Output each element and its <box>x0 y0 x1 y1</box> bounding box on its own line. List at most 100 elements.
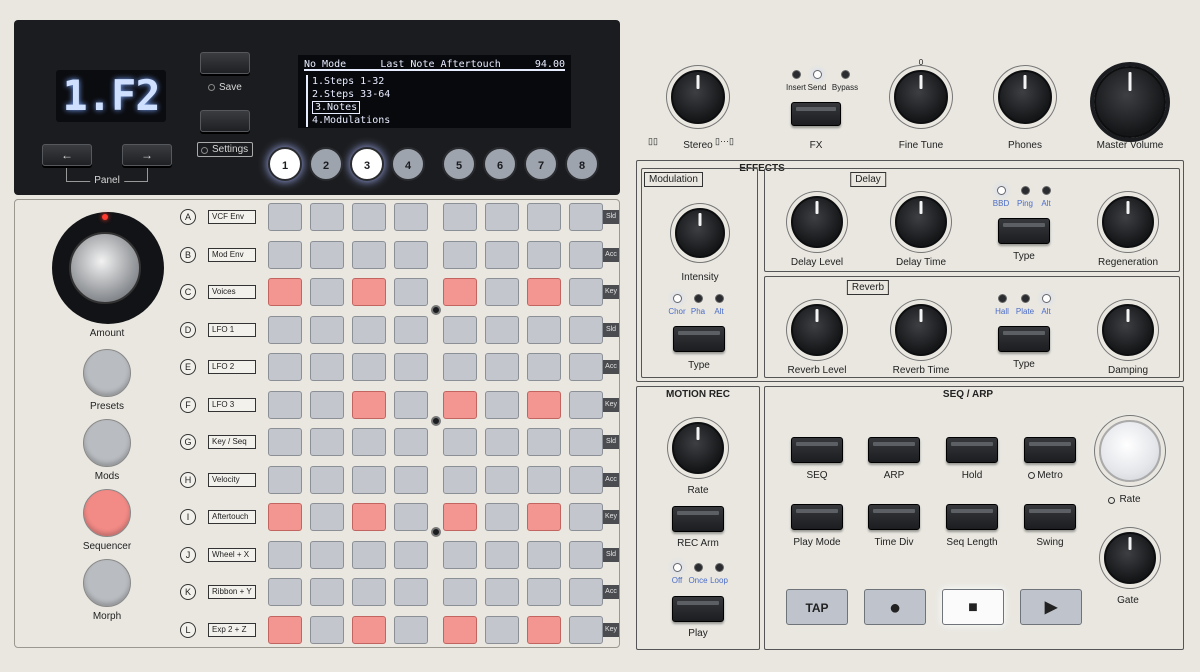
matrix-pad[interactable] <box>485 391 519 419</box>
matrix-pad[interactable] <box>310 503 344 531</box>
matrix-pad[interactable] <box>268 316 302 344</box>
motion-rate-knob[interactable] <box>672 422 724 474</box>
matrix-pad[interactable] <box>394 428 428 456</box>
seq-seq-length-button[interactable] <box>946 504 998 530</box>
matrix-pad[interactable] <box>485 616 519 644</box>
matrix-pad[interactable] <box>352 616 386 644</box>
matrix-pad[interactable] <box>310 203 344 231</box>
matrix-pad[interactable] <box>394 616 428 644</box>
seq-metro-button[interactable] <box>1024 437 1076 463</box>
matrix-pad[interactable] <box>443 353 477 381</box>
matrix-pad[interactable] <box>394 503 428 531</box>
matrix-pad[interactable] <box>394 278 428 306</box>
matrix-pad[interactable] <box>268 203 302 231</box>
matrix-pad[interactable] <box>352 391 386 419</box>
matrix-pad[interactable] <box>394 541 428 569</box>
matrix-pad[interactable] <box>527 241 561 269</box>
matrix-pad[interactable] <box>443 391 477 419</box>
stop-button[interactable]: ■ <box>942 589 1004 625</box>
matrix-pad[interactable] <box>485 466 519 494</box>
fx-button[interactable] <box>791 102 841 126</box>
matrix-pad[interactable] <box>268 353 302 381</box>
matrix-pad[interactable] <box>569 203 603 231</box>
matrix-pad[interactable] <box>443 578 477 606</box>
matrix-pad[interactable] <box>352 428 386 456</box>
matrix-pad[interactable] <box>310 241 344 269</box>
matrix-pad[interactable] <box>569 428 603 456</box>
matrix-pad[interactable] <box>268 466 302 494</box>
matrix-pad[interactable] <box>352 578 386 606</box>
panel-left-button[interactable]: ← <box>42 144 92 166</box>
regeneration-knob[interactable] <box>1102 196 1154 248</box>
matrix-pad[interactable] <box>443 316 477 344</box>
amount-knob[interactable] <box>69 232 141 304</box>
number-button-8[interactable]: 8 <box>565 147 599 181</box>
matrix-pad[interactable] <box>443 428 477 456</box>
matrix-pad[interactable] <box>569 241 603 269</box>
matrix-pad[interactable] <box>310 428 344 456</box>
matrix-pad[interactable] <box>569 466 603 494</box>
matrix-pad[interactable] <box>268 391 302 419</box>
matrix-pad[interactable] <box>268 503 302 531</box>
settings-button[interactable] <box>200 110 250 132</box>
matrix-pad[interactable] <box>485 428 519 456</box>
reverb-time-knob[interactable] <box>895 304 947 356</box>
matrix-pad[interactable] <box>310 466 344 494</box>
matrix-pad[interactable] <box>443 203 477 231</box>
fine-tune-knob[interactable] <box>894 70 948 124</box>
matrix-pad[interactable] <box>268 541 302 569</box>
modulation-type-button[interactable] <box>673 326 725 352</box>
reverb-level-knob[interactable] <box>791 304 843 356</box>
number-button-2[interactable]: 2 <box>309 147 343 181</box>
number-button-6[interactable]: 6 <box>483 147 517 181</box>
matrix-pad[interactable] <box>268 578 302 606</box>
master-volume-knob[interactable] <box>1094 66 1166 138</box>
seq-seq-button[interactable] <box>791 437 843 463</box>
matrix-pad[interactable] <box>485 203 519 231</box>
matrix-pad[interactable] <box>527 616 561 644</box>
number-button-4[interactable]: 4 <box>391 147 425 181</box>
record-button[interactable]: ● <box>864 589 926 625</box>
matrix-pad[interactable] <box>310 278 344 306</box>
matrix-pad[interactable] <box>443 616 477 644</box>
matrix-pad[interactable] <box>569 616 603 644</box>
matrix-pad[interactable] <box>485 541 519 569</box>
matrix-pad[interactable] <box>485 353 519 381</box>
sequencer-button[interactable] <box>83 489 131 537</box>
matrix-pad[interactable] <box>569 278 603 306</box>
number-button-3[interactable]: 3 <box>350 147 384 181</box>
matrix-pad[interactable] <box>268 428 302 456</box>
matrix-pad[interactable] <box>268 616 302 644</box>
matrix-pad[interactable] <box>310 541 344 569</box>
matrix-pad[interactable] <box>443 241 477 269</box>
phones-knob[interactable] <box>998 70 1052 124</box>
matrix-pad[interactable] <box>569 503 603 531</box>
matrix-pad[interactable] <box>352 203 386 231</box>
matrix-pad[interactable] <box>352 503 386 531</box>
play-transport-button[interactable]: ▶ <box>1020 589 1082 625</box>
matrix-pad[interactable] <box>443 541 477 569</box>
matrix-pad[interactable] <box>569 353 603 381</box>
matrix-pad[interactable] <box>394 353 428 381</box>
matrix-pad[interactable] <box>310 616 344 644</box>
matrix-pad[interactable] <box>485 241 519 269</box>
matrix-pad[interactable] <box>394 578 428 606</box>
matrix-pad[interactable] <box>485 316 519 344</box>
matrix-pad[interactable] <box>443 278 477 306</box>
matrix-pad[interactable] <box>394 391 428 419</box>
matrix-pad[interactable] <box>394 466 428 494</box>
intensity-knob[interactable] <box>675 208 725 258</box>
matrix-pad[interactable] <box>443 466 477 494</box>
matrix-pad[interactable] <box>527 541 561 569</box>
panel-right-button[interactable]: → <box>122 144 172 166</box>
number-button-7[interactable]: 7 <box>524 147 558 181</box>
matrix-pad[interactable] <box>485 278 519 306</box>
matrix-pad[interactable] <box>352 466 386 494</box>
seq-play-mode-button[interactable] <box>791 504 843 530</box>
seq-time-div-button[interactable] <box>868 504 920 530</box>
matrix-pad[interactable] <box>352 278 386 306</box>
matrix-pad[interactable] <box>485 503 519 531</box>
matrix-pad[interactable] <box>527 503 561 531</box>
tap-button[interactable]: TAP <box>786 589 848 625</box>
matrix-pad[interactable] <box>394 316 428 344</box>
